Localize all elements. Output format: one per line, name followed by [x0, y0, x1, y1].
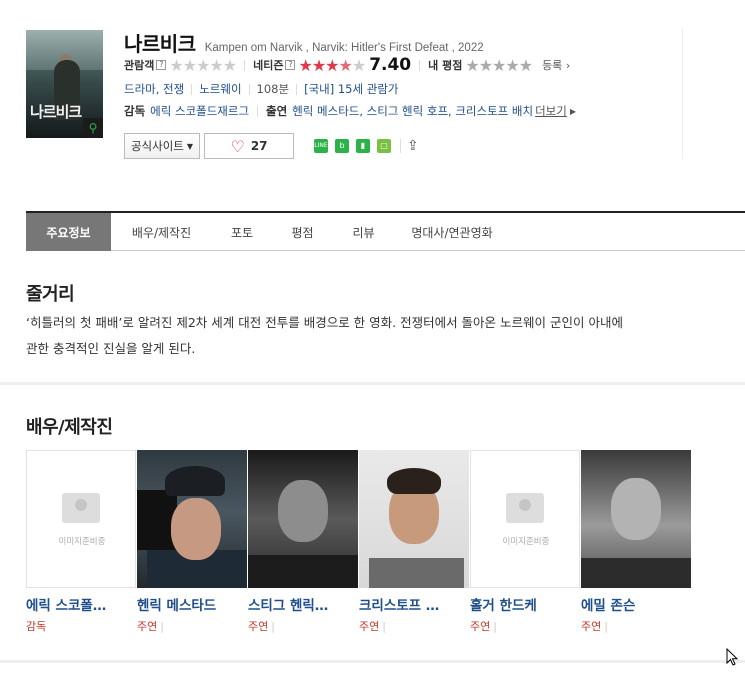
- title-row: 나르비크 Kampen om Narvik , Narvik: Hitler's…: [124, 28, 484, 56]
- person-photo[interactable]: [137, 450, 247, 588]
- poster-title: 나르비크: [30, 103, 82, 121]
- audience-label: 관람객: [124, 59, 155, 72]
- tab-cast[interactable]: 배우/제작진: [111, 213, 212, 251]
- person-role: 주연 |: [137, 620, 164, 633]
- my-score-label: 내 평점: [428, 59, 463, 72]
- tab-bar: 주요정보 배우/제작진 포토 평점 리뷰 명대사/연관영화: [26, 211, 745, 251]
- action-row: 공식사이트 ▼ ♡ 27 LINE b ▮ ▢ ⇪: [124, 133, 419, 159]
- cast-item[interactable]: 헨릭 메스타드 주연 |: [137, 450, 248, 634]
- person-role: 주연 |: [248, 620, 275, 633]
- cursor-icon: [726, 648, 739, 666]
- page-title: 나르비크: [124, 32, 196, 56]
- person-name[interactable]: 크리스토프 …: [359, 594, 465, 614]
- line-share-icon[interactable]: LINE: [314, 139, 328, 153]
- synopsis-line: 관한 충격적인 진실을 알게 된다.: [26, 341, 196, 356]
- share-icons: LINE b ▮ ▢ ⇪: [314, 138, 419, 154]
- cast-item[interactable]: 스티그 헨릭… 주연 |: [248, 450, 359, 634]
- synopsis-line: ‘히틀러의 첫 패배’로 알려진 제2차 세계 대전 전투를 배경으로 한 영화…: [26, 315, 623, 330]
- cast-item[interactable]: 크리스토프 … 주연 |: [359, 450, 470, 634]
- placeholder-image-icon: [62, 493, 100, 523]
- netizen-stars: ★★★★★: [298, 55, 366, 75]
- person-photo[interactable]: 이미지준비중: [470, 450, 580, 588]
- tab-review[interactable]: 리뷰: [333, 213, 394, 251]
- person-name[interactable]: 에릭 스코폴…: [26, 594, 132, 614]
- bookmark-icon[interactable]: ▮: [356, 139, 370, 153]
- person-name[interactable]: 스티그 헨릭…: [248, 594, 354, 614]
- cast-heading: 배우/제작진: [26, 417, 113, 438]
- heart-icon: ♡: [230, 136, 245, 156]
- tab-quotes-related[interactable]: 명대사/연관영화: [394, 213, 510, 251]
- person-photo[interactable]: [248, 450, 358, 588]
- cast-item[interactable]: 이미지준비중 홀거 한드케 주연 |: [470, 450, 581, 634]
- runtime: 108분: [256, 82, 290, 96]
- person-name[interactable]: 헨릭 메스타드: [137, 594, 243, 614]
- chevron-right-icon: ›: [565, 59, 571, 72]
- cast-label: 출연: [266, 104, 288, 118]
- synopsis-heading: 줄거리: [26, 284, 75, 305]
- movie-header: 나르비크 ⚲ 나르비크 Kampen om Narvik , Narvik: H…: [26, 28, 682, 160]
- director-label: 감독: [124, 104, 146, 118]
- share-icon[interactable]: ⇪: [407, 138, 419, 154]
- official-site-button[interactable]: 공식사이트 ▼: [124, 133, 200, 159]
- movie-poster[interactable]: 나르비크 ⚲: [26, 30, 103, 138]
- audience-stars: ★★★★★: [169, 55, 237, 75]
- person-name[interactable]: 홀거 한드케: [470, 594, 576, 614]
- synopsis-text: ‘히틀러의 첫 패배’로 알려진 제2차 세계 대전 전투를 배경으로 한 영화…: [26, 310, 706, 362]
- caret-down-icon: ▼: [186, 141, 194, 151]
- age-rating[interactable]: [국내] 15세 관람가: [304, 81, 398, 97]
- rating-row: 관람객 ? ★★★★★ 네티즌 ? ★★★★★ 7.40 내 평점 ★★★★★ …: [124, 55, 570, 75]
- noimage-text: 이미지준비중: [58, 537, 106, 547]
- country-link[interactable]: 노르웨이: [199, 81, 241, 97]
- tab-photo[interactable]: 포토: [212, 213, 272, 251]
- header-divider: [682, 28, 683, 159]
- tab-rating[interactable]: 평점: [272, 213, 333, 251]
- director-link[interactable]: 에릭 스코폴드재르그: [150, 103, 249, 119]
- caret-right-icon: ▶: [569, 106, 576, 116]
- like-button[interactable]: ♡ 27: [204, 133, 294, 159]
- register-link[interactable]: 등록 ›: [542, 57, 570, 73]
- cast-item[interactable]: 에밀 존슨 주연 |: [581, 450, 692, 634]
- person-role: 주연 |: [470, 620, 497, 633]
- cast-item[interactable]: 이미지준비중 에릭 스코폴… 감독: [26, 450, 137, 634]
- person-photo[interactable]: 이미지준비중: [26, 450, 136, 588]
- question-icon[interactable]: ?: [156, 60, 167, 70]
- more-link[interactable]: 더보기: [535, 103, 567, 119]
- section-divider: [0, 382, 745, 385]
- netizen-label: 네티즌: [253, 59, 284, 72]
- memo-icon[interactable]: ▢: [377, 139, 391, 153]
- cast-links[interactable]: 헨릭 메스타드, 스티그 헨릭 호프, 크리스토프 배치: [292, 103, 533, 119]
- person-role: 주연 |: [359, 620, 386, 633]
- tab-main-info[interactable]: 주요정보: [26, 213, 111, 251]
- person-role: 주연 |: [581, 620, 608, 633]
- title-english: Kampen om Narvik , Narvik: Hitler's Firs…: [204, 42, 484, 54]
- like-count: 27: [250, 139, 268, 153]
- section-divider: [0, 660, 745, 663]
- netizen-score: 7.40: [369, 55, 412, 75]
- person-role: 감독: [26, 620, 47, 633]
- credits-row: 감독 에릭 스코폴드재르그 출연 헨릭 메스타드, 스티그 헨릭 호프, 크리스…: [124, 103, 576, 119]
- question-icon[interactable]: ?: [285, 60, 296, 70]
- band-share-icon[interactable]: b: [335, 139, 349, 153]
- person-name[interactable]: 에밀 존슨: [581, 594, 687, 614]
- info-row: 드라마, 전쟁 노르웨이 108분 [국내] 15세 관람가: [124, 81, 398, 97]
- person-photo[interactable]: [359, 450, 469, 588]
- person-photo[interactable]: [581, 450, 691, 588]
- cast-list: 이미지준비중 에릭 스코폴… 감독 헨릭 메스타드 주연 | 스티그 헨릭… 주연…: [26, 450, 692, 634]
- noimage-text: 이미지준비중: [502, 537, 550, 547]
- placeholder-image-icon: [506, 493, 544, 523]
- my-score-stars[interactable]: ★★★★★: [465, 56, 533, 75]
- search-icon[interactable]: ⚲: [83, 118, 103, 138]
- genre-link[interactable]: 드라마, 전쟁: [124, 81, 184, 97]
